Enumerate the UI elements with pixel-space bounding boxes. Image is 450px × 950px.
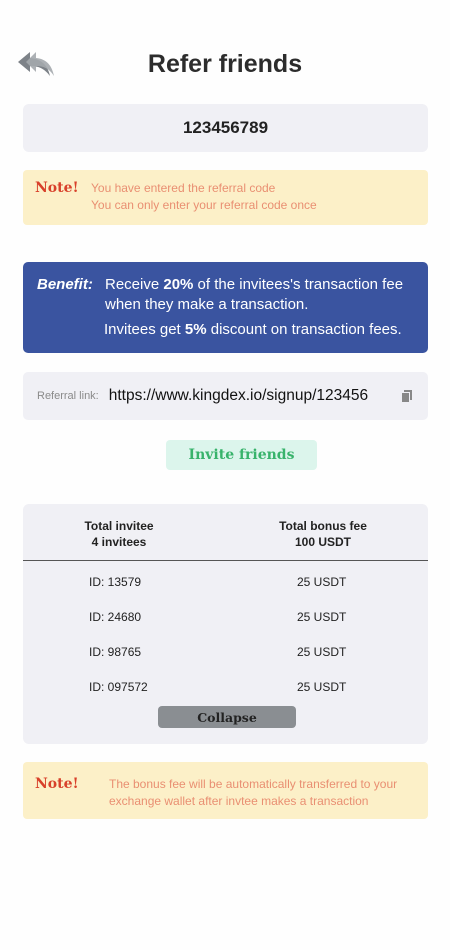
invitee-table: Total invitee 4 invitees Total bonus fee…: [23, 504, 428, 744]
benefit-percent-5: 5%: [184, 321, 207, 338]
referral-link-url[interactable]: https://www.kingdex.io/signup/123456: [109, 387, 368, 405]
table-row: ID: 13579 25 USDT: [23, 575, 428, 610]
note-label: Note!: [35, 180, 79, 196]
copy-icon[interactable]: [400, 389, 414, 403]
invitee-bonus: 25 USDT: [297, 680, 347, 694]
invitee-bonus: 25 USDT: [297, 610, 347, 624]
total-bonus-value: 100 USDT: [294, 535, 352, 549]
invitee-id: ID: 13579: [89, 575, 142, 589]
total-invitee-value: 4 invitees: [91, 535, 147, 549]
benefit-line2-suffix: discount on transaction fees.: [206, 321, 402, 338]
table-row: ID: 24680 25 USDT: [23, 610, 428, 645]
note-line-1: You have entered the referral code: [91, 181, 276, 195]
referral-note: Note! You have entered the referral code…: [23, 170, 428, 225]
page-title: Refer friends: [147, 50, 303, 78]
total-invitee-label: Total invitee: [84, 519, 154, 533]
invitee-bonus: 25 USDT: [297, 575, 347, 589]
collapse-button[interactable]: Collapse: [158, 706, 296, 728]
note-text: You have entered the referral code You c…: [91, 180, 317, 214]
total-bonus-label: Total bonus fee: [279, 519, 367, 533]
benefit-line-2: Invitees get 5% discount on transaction …: [104, 321, 424, 338]
referral-code-display: 123456789: [23, 104, 428, 152]
invitee-id: ID: 24680: [89, 610, 142, 624]
bonus-note: Note! The bonus fee will be automaticall…: [23, 762, 428, 819]
benefit-percent-20: 20%: [163, 276, 194, 293]
referral-link-box: Referral link: https://www.kingdex.io/si…: [23, 372, 428, 420]
referral-link-label: Referral link:: [37, 390, 99, 402]
benefit-line1-prefix: Receive: [105, 276, 164, 293]
benefit-line2-prefix: Invitees get: [104, 321, 185, 338]
note-label: Note!: [35, 776, 79, 792]
benefit-line-1: Receive 20% of the invitees's transactio…: [105, 275, 423, 315]
invitee-bonus: 25 USDT: [297, 645, 347, 659]
invite-friends-button[interactable]: Invite friends: [166, 440, 317, 470]
total-invitee-header: Total invitee 4 invitees: [59, 518, 179, 550]
invitee-id: ID: 98765: [89, 645, 142, 659]
benefit-card: Benefit: Receive 20% of the invitees's t…: [23, 262, 428, 353]
note-text: The bonus fee will be automatically tran…: [109, 777, 398, 808]
invitee-id: ID: 097572: [89, 680, 148, 694]
table-row: ID: 98765 25 USDT: [23, 645, 428, 680]
total-bonus-header: Total bonus fee 100 USDT: [263, 518, 383, 550]
table-divider: [23, 560, 428, 561]
note-line-2: You can only enter your referral code on…: [91, 198, 317, 212]
benefit-label: Benefit:: [37, 276, 93, 293]
